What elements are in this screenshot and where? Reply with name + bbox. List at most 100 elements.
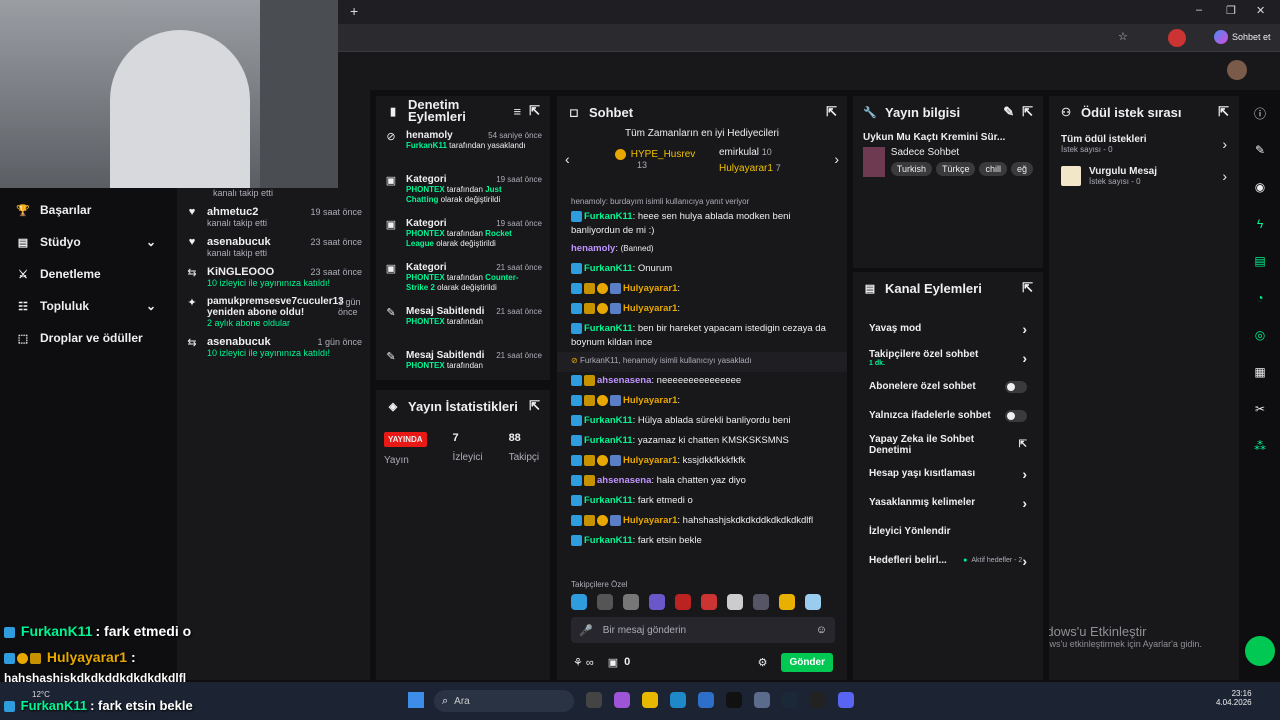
channel-action-item[interactable]: İzleyici Yönlendir bbox=[853, 517, 1043, 546]
channel-action-item[interactable]: Hedefleri belirl... ● Aktif hedefler - 2 › bbox=[853, 546, 1043, 575]
channel-action-item[interactable]: Takipçilere özel sohbet 1 dk. › bbox=[853, 343, 1043, 372]
activity-user[interactable]: pamukpremsesve7cuculer13 yeniden abone o… bbox=[207, 296, 344, 318]
category-name[interactable]: Sadece Sohbet bbox=[891, 147, 1033, 158]
chat-username[interactable]: FurkanK11 bbox=[584, 495, 633, 506]
chat-username[interactable]: Hulyayarar1 bbox=[623, 455, 677, 466]
windows-start-icon[interactable] bbox=[408, 692, 424, 708]
filter-icon[interactable]: ≡ bbox=[514, 104, 522, 119]
emote-icon[interactable] bbox=[753, 594, 769, 610]
emote-icon[interactable] bbox=[571, 594, 587, 610]
tag[interactable]: eğ bbox=[1010, 162, 1033, 176]
tray-clock[interactable]: 23:16 4.04.2026 bbox=[1216, 689, 1252, 707]
nodes-icon[interactable]: ⁂ bbox=[1247, 433, 1273, 459]
channel-action-item[interactable]: Abonelere özel sohbet bbox=[853, 372, 1043, 401]
reward-item[interactable]: Vurgulu Mesaj İstek sayısı - 0 › bbox=[1049, 160, 1239, 192]
chat-username[interactable]: FurkanK11 bbox=[584, 263, 633, 274]
mod-action-user[interactable]: PHONTEX bbox=[406, 273, 445, 282]
explorer-icon[interactable] bbox=[642, 692, 658, 708]
chat-bubble-icon[interactable]: ◔ bbox=[1247, 285, 1273, 311]
toggle-switch[interactable] bbox=[1005, 409, 1027, 422]
chat-username[interactable]: ahsenasena bbox=[597, 475, 651, 486]
emote-icon[interactable] bbox=[779, 594, 795, 610]
activity-user[interactable]: asenabucuk bbox=[207, 236, 271, 248]
send-button[interactable]: Gönder bbox=[781, 652, 833, 672]
tag[interactable]: Turkish bbox=[890, 162, 932, 176]
layout-icon[interactable]: ▦ bbox=[1247, 359, 1273, 385]
info-icon[interactable]: ⓘ bbox=[1247, 100, 1273, 126]
chat-username[interactable]: Hulyayarar1 bbox=[623, 283, 677, 294]
sidebar-item-moderation[interactable]: ⚔ Denetleme bbox=[0, 258, 172, 290]
gifter-3[interactable]: Hulyayarar1 7 bbox=[707, 163, 781, 174]
chat-username[interactable]: FurkanK11 bbox=[584, 415, 633, 426]
chevron-left-icon[interactable]: ‹ bbox=[565, 151, 570, 167]
chevron-right-icon[interactable]: › bbox=[834, 151, 839, 167]
popout-icon[interactable]: ⇱ bbox=[529, 398, 540, 414]
popout-icon[interactable]: ⇱ bbox=[1022, 280, 1033, 296]
emote-icon[interactable] bbox=[701, 594, 717, 610]
star-icon[interactable]: ☆ bbox=[1118, 30, 1128, 43]
store-icon[interactable] bbox=[698, 692, 714, 708]
chat-input[interactable]: 🎤 Bir mesaj gönderin ☺ bbox=[571, 617, 835, 643]
sidebar-item-studio[interactable]: ▤ Stüdyo ⌄ bbox=[0, 226, 172, 258]
gifter-1[interactable]: HYPE_Husrev 13 bbox=[615, 149, 695, 170]
emote-picker-icon[interactable]: ☺ bbox=[816, 624, 827, 636]
activity-user[interactable]: ahmetuc2 bbox=[207, 206, 267, 218]
restore-icon[interactable]: ❐ bbox=[1226, 4, 1236, 17]
channel-action-item[interactable]: Hesap yaşı kısıtlaması › bbox=[853, 459, 1043, 488]
chat-username[interactable]: Hulyayarar1 bbox=[623, 395, 677, 406]
emote-icon[interactable] bbox=[675, 594, 691, 610]
copilot-app-icon[interactable] bbox=[614, 692, 630, 708]
tiktok-icon[interactable] bbox=[726, 692, 742, 708]
tag[interactable]: Türkçe bbox=[935, 162, 976, 176]
channel-action-item[interactable]: Yalnızca ifadelerle sohbet bbox=[853, 401, 1043, 430]
close-icon[interactable]: ✕ bbox=[1256, 4, 1265, 17]
chat-username[interactable]: FurkanK11 bbox=[584, 323, 633, 334]
settings-app-icon[interactable] bbox=[754, 692, 770, 708]
discord-icon[interactable] bbox=[838, 692, 854, 708]
help-fab[interactable] bbox=[1245, 636, 1275, 666]
mod-action-user[interactable]: PHONTEX bbox=[406, 317, 445, 326]
mod-action-user[interactable]: PHONTEX bbox=[406, 229, 445, 238]
emote-icon[interactable] bbox=[805, 594, 821, 610]
steam-icon[interactable] bbox=[782, 692, 798, 708]
lightning-icon[interactable]: ϟ bbox=[1247, 211, 1273, 237]
minimize-icon[interactable]: – bbox=[1196, 4, 1202, 16]
chat-username[interactable]: henamoly bbox=[571, 243, 615, 254]
chat-username[interactable]: Hulyayarar1 bbox=[623, 515, 677, 526]
settings-gear-icon[interactable]: ⚙ bbox=[758, 656, 768, 669]
mod-action-user[interactable]: PHONTEX bbox=[406, 361, 445, 370]
channel-action-item[interactable]: Yapay Zeka ile Sohbet Denetimi ⇱ bbox=[853, 430, 1043, 459]
document-icon[interactable]: ▤ bbox=[1247, 248, 1273, 274]
emote-icon[interactable] bbox=[597, 594, 613, 610]
emote-icon[interactable] bbox=[727, 594, 743, 610]
new-tab-button[interactable]: + bbox=[350, 3, 358, 19]
gifter-2[interactable]: emirkulal 10 bbox=[707, 147, 772, 158]
points-icon[interactable]: ⚘ ∞ bbox=[573, 656, 594, 669]
gift-icon[interactable]: ▣ bbox=[608, 656, 618, 669]
popout-icon[interactable]: ⇱ bbox=[1218, 104, 1229, 120]
popout-icon[interactable]: ⇱ bbox=[529, 103, 540, 119]
profile-avatar[interactable] bbox=[1168, 29, 1186, 47]
chat-username[interactable]: Hulyayarar1 bbox=[623, 303, 677, 314]
channel-action-item[interactable]: Yavaş mod › bbox=[853, 314, 1043, 343]
channel-action-item[interactable]: Yasaklanmış kelimeler › bbox=[853, 488, 1043, 517]
chat-username[interactable]: ahsenasena bbox=[597, 375, 651, 386]
popout-icon[interactable]: ⇱ bbox=[1022, 104, 1033, 120]
popout-icon[interactable]: ⇱ bbox=[826, 104, 837, 120]
camera-icon[interactable]: ◉ bbox=[1247, 174, 1273, 200]
task-view-icon[interactable] bbox=[586, 692, 602, 708]
sidebar-item-community[interactable]: ☷ Topluluk ⌄ bbox=[0, 290, 172, 322]
mic-icon[interactable]: 🎤 bbox=[579, 624, 593, 637]
chat-username[interactable]: FurkanK11 bbox=[584, 535, 633, 546]
pencil-icon[interactable]: ✎ bbox=[1247, 137, 1273, 163]
emote-icon[interactable] bbox=[649, 594, 665, 610]
edit-icon[interactable]: ✎ bbox=[1003, 104, 1014, 120]
emote-icon[interactable] bbox=[623, 594, 639, 610]
mod-action-user[interactable]: PHONTEX bbox=[406, 185, 445, 194]
sidebar-item-achievements[interactable]: 🏆 Başarılar bbox=[0, 194, 172, 226]
user-avatar[interactable] bbox=[1227, 60, 1247, 80]
sidebar-item-drops[interactable]: ⬚ Droplar ve ödüller bbox=[0, 322, 172, 354]
reward-item[interactable]: Tüm ödül istekleri İstek sayısı - 0 › bbox=[1049, 128, 1239, 160]
activity-user[interactable]: asenabucuk bbox=[207, 336, 330, 348]
chat-username[interactable]: FurkanK11 bbox=[584, 211, 633, 222]
